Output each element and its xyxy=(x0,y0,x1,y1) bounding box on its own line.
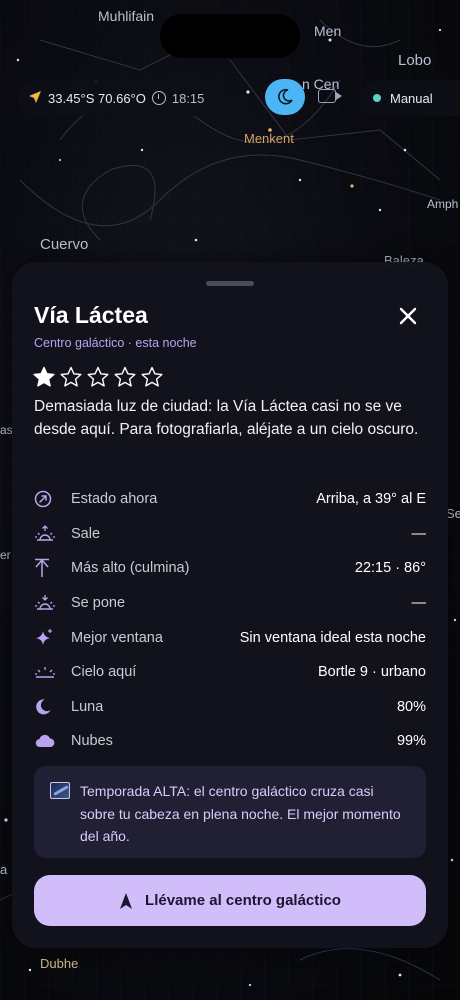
info-row-value: — xyxy=(411,525,427,542)
season-note: Temporada ALTA: el centro galáctico cruz… xyxy=(34,766,426,858)
info-row-label: Estado ahora xyxy=(71,491,158,508)
star-empty-icon xyxy=(87,366,109,387)
star-label-muhlifain[interactable]: Muhlifain xyxy=(98,8,154,24)
info-row: Nubes 99% xyxy=(34,724,426,759)
galaxy-thumbnail-icon xyxy=(50,782,70,799)
star-label-cuervo[interactable]: Cuervo xyxy=(40,236,88,253)
info-row: Más alto (culmina) 22:15 · 86° xyxy=(34,551,426,586)
info-row: Mejor ventana Sin ventana ideal esta noch… xyxy=(34,620,426,655)
star-filled-icon xyxy=(33,366,55,387)
close-button[interactable] xyxy=(396,304,420,328)
cta-label: Llévame al centro galáctico xyxy=(145,892,341,909)
info-row-value: — xyxy=(411,595,427,612)
cloud-icon xyxy=(34,731,60,751)
star-label-as: as xyxy=(0,423,13,437)
visibility-rating xyxy=(33,366,163,388)
info-row: Se pone — xyxy=(34,586,426,621)
arrow-up-icon xyxy=(34,558,60,578)
night-mode-button[interactable] xyxy=(265,79,305,115)
moon-icon xyxy=(34,697,60,717)
coordinates-text: 33.45°S 70.66°O xyxy=(48,90,146,106)
star-label-amph[interactable]: Amph xyxy=(427,197,458,211)
info-row: Cielo aquí Bortle 9 · urbano xyxy=(34,655,426,690)
milky-way-sheet: Vía Láctea Centro galáctico · esta noche… xyxy=(12,262,448,948)
star-empty-icon xyxy=(60,366,82,387)
info-row-label: Se pone xyxy=(71,595,126,612)
star-label-er: er xyxy=(0,548,11,562)
info-row-label: Sale xyxy=(71,525,101,542)
moon-icon xyxy=(278,88,293,105)
navigate-galactic-center-button[interactable]: Llévame al centro galáctico xyxy=(34,875,426,926)
info-row-label: Mejor ventana xyxy=(71,629,163,646)
compass-arrow-icon xyxy=(34,489,60,509)
mode-label: Manual xyxy=(390,90,433,106)
season-note-text: Temporada ALTA: el centro galáctico cruz… xyxy=(80,783,401,844)
sunset-icon xyxy=(34,593,60,613)
info-row: Sale — xyxy=(34,517,426,552)
navigation-arrow-icon xyxy=(120,892,133,909)
info-row-label: Luna xyxy=(71,698,104,715)
star-label-a: a xyxy=(0,862,8,877)
sheet-subtitle: Centro galáctico · esta noche xyxy=(34,336,197,350)
location-arrow-icon xyxy=(28,90,42,107)
info-row: Luna 80% xyxy=(34,690,426,725)
star-empty-icon xyxy=(141,366,163,387)
info-row-value: Sin ventana ideal esta noche xyxy=(239,629,426,646)
camera-icon[interactable] xyxy=(318,89,342,103)
info-row-value: Bortle 9 · urbano xyxy=(317,664,426,681)
star-label-men[interactable]: Men xyxy=(314,23,341,39)
sunrise-icon xyxy=(34,524,60,544)
info-row-label: Cielo aquí xyxy=(71,664,137,681)
info-row-label: Más alto (culmina) xyxy=(71,560,190,577)
info-row-label: Nubes xyxy=(71,733,113,750)
status-dot-icon xyxy=(373,94,381,102)
info-list: Estado ahora Arriba, a 39° al E Sale — Más a… xyxy=(34,482,426,759)
clock-icon xyxy=(151,91,166,105)
dynamic-island xyxy=(160,14,300,58)
star-label-menkent[interactable]: Menkent xyxy=(244,131,294,146)
info-row: Estado ahora Arriba, a 39° al E xyxy=(34,482,426,517)
mode-pill[interactable]: Manual xyxy=(360,80,460,116)
info-row-value: Arriba, a 39° al E xyxy=(316,491,426,508)
close-icon xyxy=(399,307,417,325)
sheet-drag-handle[interactable] xyxy=(206,281,254,286)
location-pill[interactable]: 33.45°S 70.66°O 18:15 xyxy=(18,80,228,116)
star-label-serp: Serp xyxy=(446,506,460,521)
sheet-title: Vía Láctea xyxy=(34,302,148,328)
horizon-icon xyxy=(34,662,60,682)
sheet-description: Demasiada luz de ciudad: la Vía Láctea c… xyxy=(34,398,419,438)
star-label-dubhe[interactable]: Dubhe xyxy=(40,956,78,971)
info-row-value: 99% xyxy=(396,733,426,750)
sparkle-icon xyxy=(34,628,60,648)
info-row-value: 22:15 · 86° xyxy=(354,560,426,577)
star-empty-icon xyxy=(114,366,136,387)
star-label-lobo[interactable]: Lobo xyxy=(398,52,431,69)
info-row-value: 80% xyxy=(396,698,426,715)
time-text: 18:15 xyxy=(171,90,205,106)
